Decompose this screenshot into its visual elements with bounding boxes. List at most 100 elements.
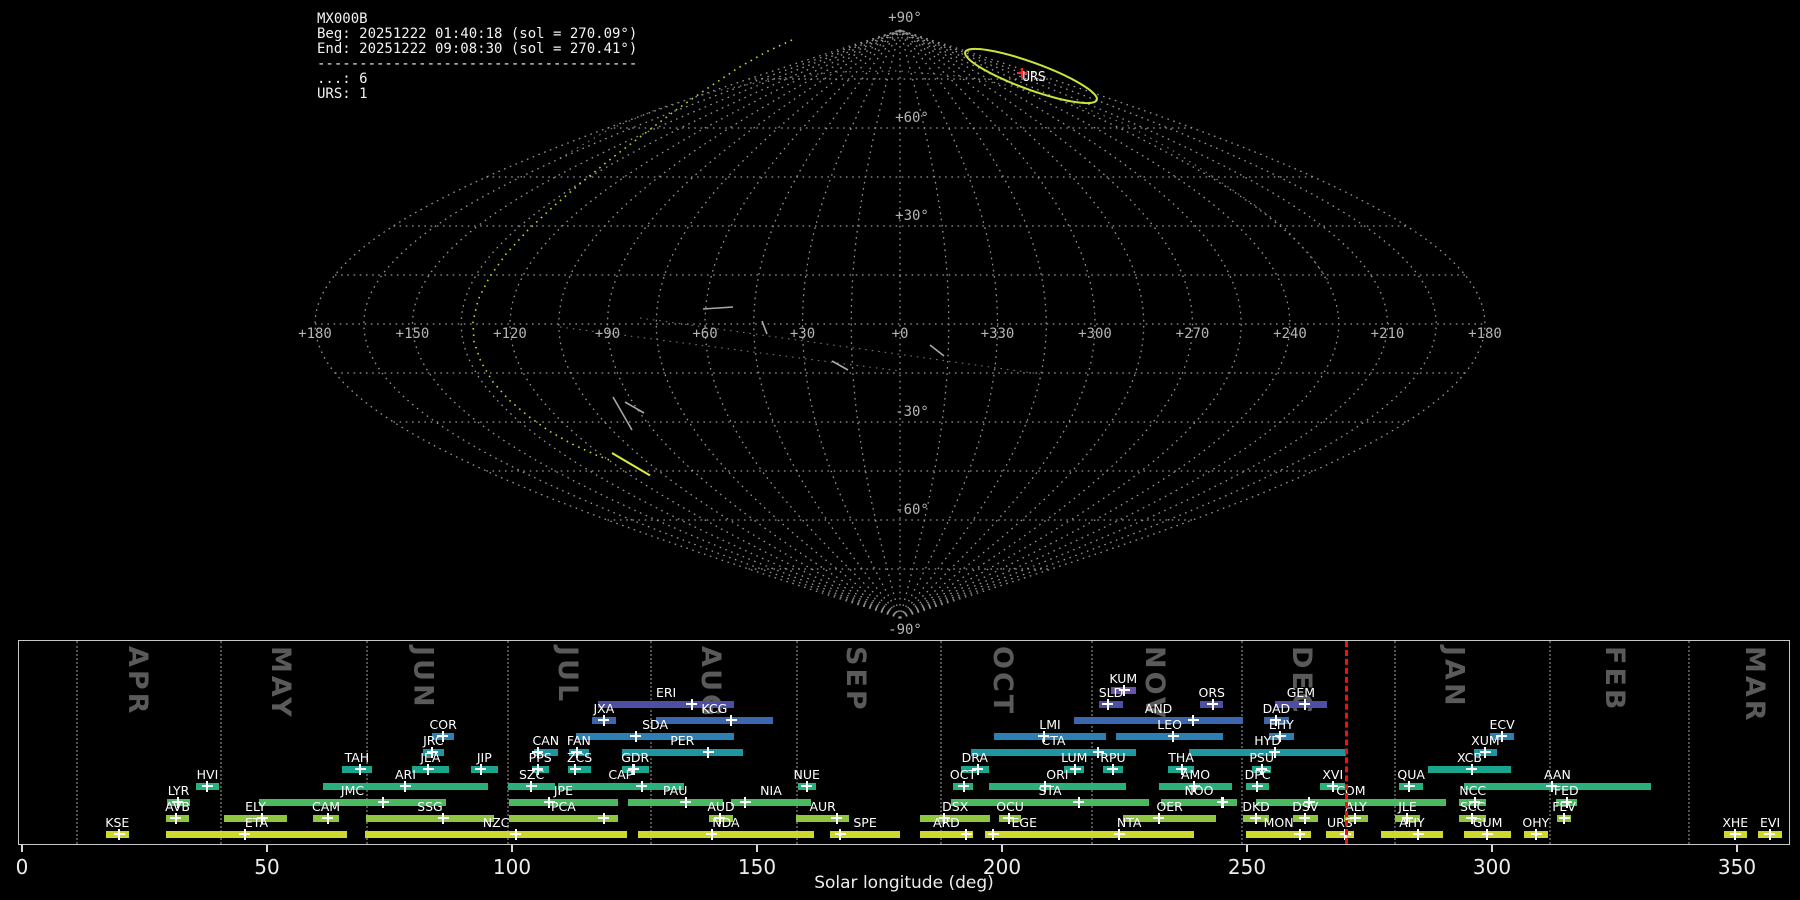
current-sol-line [1345, 641, 1348, 844]
peak-marker-icon [1764, 829, 1775, 840]
peak-marker-icon [1413, 829, 1424, 840]
shower-label: KCG [701, 703, 727, 716]
longitude-label: +300 [1078, 326, 1112, 342]
station-monitor-screen: URS+180+150+120+90+60+30+0+330+300+270+2… [0, 0, 1800, 900]
peak-marker-icon [1294, 829, 1305, 840]
peak-marker-icon [1188, 715, 1199, 726]
axis-tick-label: 0 [16, 855, 29, 879]
peak-marker-icon [1070, 764, 1081, 775]
shower-bar [166, 831, 347, 838]
longitude-label: +180 [298, 326, 332, 342]
peak-marker-icon [378, 797, 389, 808]
peak-marker-icon [961, 829, 972, 840]
peak-marker-icon [170, 813, 181, 824]
sporadic-meteor-trail [930, 345, 944, 356]
peak-marker-icon [202, 781, 213, 792]
peak-marker-icon [1299, 699, 1310, 710]
shower-label: CAP [608, 769, 633, 782]
grid-meridian [754, 30, 900, 618]
shower-bar [1064, 831, 1194, 838]
shower-label: MON [1264, 817, 1294, 830]
shower-label: CTA [1041, 735, 1065, 748]
month-label: SEP [842, 646, 869, 713]
peak-marker-icon [1168, 731, 1179, 742]
grid-meridian [900, 30, 1436, 618]
axis-tick [1736, 845, 1738, 852]
month-label: OCT [989, 646, 1016, 716]
month-label: MAR [1741, 646, 1768, 724]
peak-marker-icon [423, 764, 434, 775]
sporadic-meteor-trail [625, 402, 644, 413]
session-end: End: 20251222 09:08:30 (sol = 270.41°) [317, 41, 637, 57]
shower-bar [638, 831, 814, 838]
peak-marker-icon [630, 731, 641, 742]
grid-meridian [510, 30, 900, 618]
longitude-label: +0 [892, 326, 909, 342]
longitude-label: +90 [595, 326, 620, 342]
peak-marker-icon [1153, 813, 1164, 824]
peak-marker-icon [598, 715, 609, 726]
shower-label: SPE [853, 817, 876, 830]
axis-tick [1246, 845, 1248, 852]
peak-marker-icon [510, 829, 521, 840]
shower-label: JMC [341, 785, 364, 798]
month-label: JUN [409, 646, 436, 710]
axis-tick [266, 845, 268, 852]
peak-marker-icon [1207, 699, 1218, 710]
peak-marker-icon [801, 781, 812, 792]
peak-marker-icon [703, 747, 714, 758]
peak-marker-icon [726, 715, 737, 726]
meteor-end-dot [649, 474, 654, 479]
peak-marker-icon [1404, 781, 1415, 792]
latitude-label: +30° [895, 208, 929, 224]
month-gridline [1549, 641, 1551, 844]
peak-marker-icon [1559, 813, 1570, 824]
longitude-label: +180 [1468, 326, 1502, 342]
sporadic-meteor-trail [703, 307, 733, 309]
activity-timeline-chart: Solar longitude (deg) APRMAYJUNJULAUGSEP… [18, 640, 1790, 845]
peak-marker-icon [438, 813, 449, 824]
latitude-label: +90° [888, 10, 922, 26]
shower-bar [951, 799, 1149, 806]
peak-marker-icon [706, 829, 717, 840]
month-label: JUL [554, 646, 581, 704]
peak-marker-icon [114, 829, 125, 840]
peak-marker-icon [475, 764, 486, 775]
shower-count: URS: 1 [317, 86, 368, 102]
shower-label: ERI [656, 687, 676, 700]
peak-marker-icon [1217, 797, 1228, 808]
month-label: FEB [1601, 646, 1628, 712]
grid-meridian [900, 30, 1290, 618]
longitude-label: +330 [981, 326, 1015, 342]
ecliptic-curve [473, 40, 792, 461]
peak-marker-icon [1531, 829, 1542, 840]
galactic-curve [560, 71, 1330, 283]
peak-marker-icon [570, 764, 581, 775]
shower-label: NZC [483, 817, 510, 830]
axis-tick-label: 250 [1228, 855, 1266, 879]
shower-label: STA [1038, 785, 1061, 798]
shower-label: ARD [933, 817, 960, 830]
grid-meridian [705, 30, 900, 618]
shower-label: PER [670, 735, 694, 748]
month-gridline [220, 641, 222, 844]
peak-marker-icon [831, 813, 842, 824]
latitude-label: -60° [895, 502, 929, 518]
shower-label: SDA [642, 719, 668, 732]
month-gridline [1091, 641, 1093, 844]
peak-marker-icon [740, 797, 751, 808]
longitude-label: +150 [396, 326, 430, 342]
shower-label: PCA [551, 801, 576, 814]
separator-line: -------------------------------------- [317, 56, 637, 72]
month-gridline [76, 641, 78, 844]
shower-label: AND [1145, 703, 1173, 716]
peak-marker-icon [1102, 699, 1113, 710]
peak-marker-icon [1299, 813, 1310, 824]
peak-marker-icon [1114, 829, 1125, 840]
month-gridline [1688, 641, 1690, 844]
peak-marker-icon [636, 781, 647, 792]
peak-marker-icon [1252, 781, 1263, 792]
peak-marker-icon [355, 764, 366, 775]
x-axis-title: Solar longitude (deg) [814, 873, 994, 893]
longitude-label: +270 [1176, 326, 1210, 342]
